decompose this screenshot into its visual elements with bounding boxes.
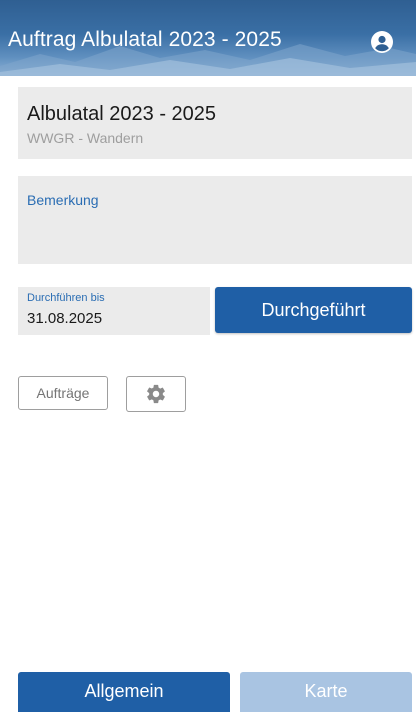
due-date-field[interactable]: Durchführen bis 31.08.2025	[18, 287, 210, 335]
tab-karte[interactable]: Karte	[240, 672, 412, 712]
orders-button[interactable]: Aufträge	[18, 376, 108, 410]
tab-allgemein[interactable]: Allgemein	[18, 672, 230, 712]
page-title: Auftrag Albulatal 2023 - 2025	[8, 28, 282, 51]
remark-label: Bemerkung	[27, 192, 99, 208]
settings-button[interactable]	[126, 376, 186, 412]
gear-icon	[147, 384, 165, 404]
due-date-label: Durchführen bis	[27, 292, 105, 304]
app-bar: Auftrag Albulatal 2023 - 2025	[0, 0, 416, 76]
account-circle-icon[interactable]	[370, 30, 394, 54]
order-subtitle: WWGR - Wandern	[27, 130, 144, 146]
due-date-value: 31.08.2025	[27, 310, 103, 327]
remark-field[interactable]: Bemerkung	[18, 176, 412, 264]
done-button[interactable]: Durchgeführt	[215, 287, 412, 333]
order-title: Albulatal 2023 - 2025	[27, 103, 217, 125]
order-info-card: Albulatal 2023 - 2025 WWGR - Wandern	[18, 87, 412, 159]
